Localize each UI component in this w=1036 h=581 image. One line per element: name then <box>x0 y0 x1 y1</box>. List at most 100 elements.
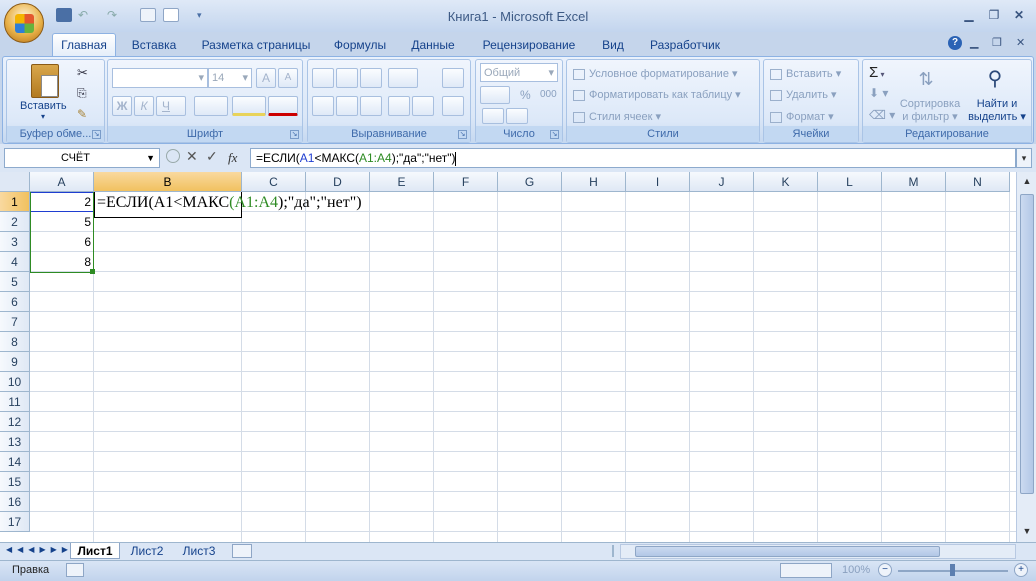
sort-filter-button[interactable]: Сортировка и фильтр ▾ <box>897 98 963 124</box>
bold-button[interactable]: Ж <box>112 96 132 116</box>
select-all-corner[interactable] <box>0 172 30 192</box>
row-header[interactable]: 9 <box>0 352 30 372</box>
column-header[interactable]: K <box>754 172 818 192</box>
tab-developer[interactable]: Разработчик <box>640 36 730 56</box>
tab-home[interactable]: Главная <box>52 33 116 57</box>
borders-icon[interactable] <box>194 96 228 116</box>
column-header[interactable]: F <box>434 172 498 192</box>
align-left-icon[interactable] <box>312 96 334 116</box>
zoom-in-icon[interactable]: + <box>1014 563 1028 577</box>
horizontal-scroll-thumb[interactable] <box>635 546 940 557</box>
restore-icon[interactable]: ❐ <box>987 9 1001 21</box>
sheet-tab-1[interactable]: Лист1 <box>70 543 120 559</box>
delete-cells-button[interactable]: Удалить ▾ <box>770 88 837 101</box>
row-header[interactable]: 11 <box>0 392 30 412</box>
clipboard-launcher-icon[interactable]: ↘ <box>92 130 101 139</box>
sheet-nav-icon[interactable]: ◀◀◀▶▶▶ <box>6 545 73 554</box>
cut-icon[interactable]: ✂ <box>77 65 88 81</box>
paste-button[interactable]: Вставить <box>20 100 67 112</box>
italic-button[interactable]: К <box>134 96 154 116</box>
column-header[interactable]: N <box>946 172 1010 192</box>
align-bottom-icon[interactable] <box>360 68 382 88</box>
range-handle[interactable] <box>90 269 95 274</box>
column-header[interactable]: H <box>562 172 626 192</box>
office-button[interactable] <box>4 3 44 43</box>
fill-icon[interactable]: ⬇ ▾ <box>869 86 888 100</box>
insert-cells-button[interactable]: Вставить ▾ <box>770 67 841 80</box>
cancel-icon[interactable]: ✕ <box>186 148 198 165</box>
zoom-slider-thumb[interactable] <box>950 564 955 576</box>
column-header[interactable]: I <box>626 172 690 192</box>
align-center-icon[interactable] <box>336 96 358 116</box>
column-header[interactable]: M <box>882 172 946 192</box>
formula-options-icon[interactable] <box>166 149 180 163</box>
align-middle-icon[interactable] <box>336 68 358 88</box>
font-launcher-icon[interactable]: ↘ <box>290 130 299 139</box>
number-format-field[interactable]: Общий ▾ <box>480 63 558 82</box>
insert-function-button[interactable]: fx <box>228 150 237 166</box>
format-cells-button[interactable]: Формат ▾ <box>770 110 834 123</box>
column-header[interactable]: J <box>690 172 754 192</box>
column-header[interactable]: G <box>498 172 562 192</box>
format-painter-icon[interactable]: ✎ <box>77 107 87 121</box>
tab-insert[interactable]: Вставка <box>124 36 184 56</box>
horizontal-scrollbar[interactable] <box>620 544 1016 559</box>
column-header[interactable]: B <box>94 172 242 192</box>
binoculars-icon[interactable]: ⚲ <box>981 64 1009 94</box>
font-name-field[interactable]: ▾ <box>112 68 208 88</box>
conditional-formatting-button[interactable]: Условное форматирование ▾ <box>573 67 738 80</box>
shrink-font-button[interactable]: A <box>278 68 298 88</box>
name-box[interactable]: СЧЁТ ▼ <box>4 148 160 168</box>
underline-button[interactable]: Ч <box>156 96 186 116</box>
close-icon[interactable]: ✕ <box>1012 9 1026 21</box>
align-top-icon[interactable] <box>312 68 334 88</box>
copy-icon[interactable]: ⎘ <box>77 86 87 101</box>
row-header[interactable]: 6 <box>0 292 30 312</box>
fill-color-icon[interactable] <box>232 96 266 116</box>
tab-view[interactable]: Вид <box>594 36 632 56</box>
row-header[interactable]: 16 <box>0 492 30 512</box>
decrease-decimal-icon[interactable] <box>506 108 528 124</box>
row-header[interactable]: 14 <box>0 452 30 472</box>
column-header[interactable]: E <box>370 172 434 192</box>
vertical-scroll-thumb[interactable] <box>1020 194 1034 494</box>
wrap-text-icon[interactable] <box>442 68 464 88</box>
expand-formula-icon[interactable]: ▾ <box>1016 148 1032 168</box>
row-header[interactable]: 4 <box>0 252 30 272</box>
formula-input[interactable]: =ЕСЛИ(A1<МАКС(A1:A4);"да";"нет") <box>250 148 1016 168</box>
orientation-icon[interactable] <box>388 68 418 88</box>
tab-review[interactable]: Рецензирование <box>474 36 584 56</box>
view-buttons[interactable] <box>780 563 832 578</box>
thousands-button[interactable]: 000 <box>540 89 557 100</box>
zoom-level[interactable]: 100% <box>842 564 870 576</box>
row-header[interactable]: 8 <box>0 332 30 352</box>
doc-restore-icon[interactable]: ❐ <box>992 36 1002 49</box>
column-header[interactable]: A <box>30 172 94 192</box>
align-right-icon[interactable] <box>360 96 382 116</box>
increase-indent-icon[interactable] <box>412 96 434 116</box>
tab-split-handle[interactable] <box>612 545 620 557</box>
format-as-table-button[interactable]: Форматировать как таблицу ▾ <box>573 88 741 101</box>
insert-sheet-icon[interactable] <box>232 544 252 558</box>
scroll-up-icon[interactable]: ▲ <box>1020 174 1034 188</box>
tab-page-layout[interactable]: Разметка страницы <box>196 36 316 56</box>
column-header[interactable]: D <box>306 172 370 192</box>
row-header[interactable]: 10 <box>0 372 30 392</box>
row-header[interactable]: 3 <box>0 232 30 252</box>
tab-data[interactable]: Данные <box>404 36 462 56</box>
doc-minimize-icon[interactable]: ▁ <box>970 36 978 49</box>
sort-filter-icon[interactable]: ⇅ <box>913 64 939 94</box>
row-header[interactable]: 2 <box>0 212 30 232</box>
cell-styles-button[interactable]: Стили ячеек ▾ <box>573 110 661 123</box>
tab-formulas[interactable]: Формулы <box>326 36 394 56</box>
paste-icon[interactable] <box>31 64 59 98</box>
font-size-field[interactable]: 14 ▾ <box>208 68 252 88</box>
zoom-out-icon[interactable]: − <box>878 563 892 577</box>
help-icon[interactable]: ? <box>948 36 962 50</box>
row-header[interactable]: 1 <box>0 192 30 212</box>
column-header[interactable]: C <box>242 172 306 192</box>
sheet-tab-3[interactable]: Лист3 <box>176 543 222 559</box>
cell-b1-editor[interactable]: =ЕСЛИ(A1<МАКС(A1:A4);"да";"нет") <box>94 192 362 218</box>
row-header[interactable]: 7 <box>0 312 30 332</box>
autosum-button[interactable]: Σ ▾ <box>869 64 885 81</box>
